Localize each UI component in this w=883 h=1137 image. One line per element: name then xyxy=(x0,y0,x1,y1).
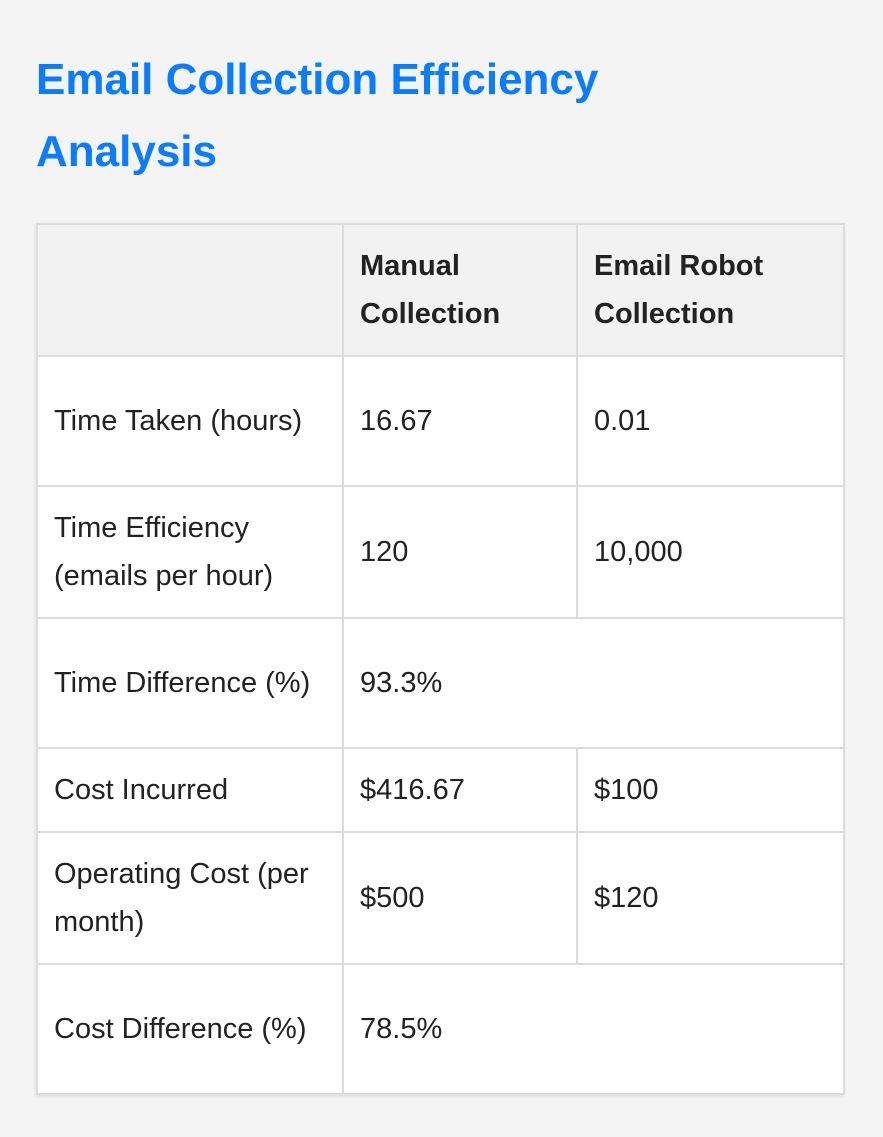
combined-value: 93.3% xyxy=(342,617,845,749)
table-row: Time Taken (hours) 16.67 0.01 xyxy=(36,355,845,487)
row-label: Operating Cost (per month) xyxy=(36,831,344,965)
header-empty-cell xyxy=(36,223,344,357)
page: Email Collection Efficiency Analysis Man… xyxy=(0,0,883,1137)
table-row: Time Efficiency (emails per hour) 120 10… xyxy=(36,485,845,619)
robot-value: $120 xyxy=(576,831,845,965)
table-header-row: Manual Collection Email Robot Collection xyxy=(36,223,845,357)
page-title: Email Collection Efficiency Analysis xyxy=(36,55,599,176)
row-label: Cost Incurred xyxy=(36,747,344,833)
robot-value: $100 xyxy=(576,747,845,833)
table-row: Time Difference (%) 93.3% xyxy=(36,617,845,749)
row-label: Time Taken (hours) xyxy=(36,355,344,487)
comparison-table: Manual Collection Email Robot Collection… xyxy=(36,223,845,1095)
combined-value: 78.5% xyxy=(342,963,845,1095)
table-row: Cost Difference (%) 78.5% xyxy=(36,963,845,1095)
robot-value: 10,000 xyxy=(576,485,845,619)
row-label: Time Difference (%) xyxy=(36,617,344,749)
header-manual-collection: Manual Collection xyxy=(342,223,578,357)
header-email-robot-collection: Email Robot Collection xyxy=(576,223,845,357)
manual-value: 16.67 xyxy=(342,355,578,487)
robot-value: 0.01 xyxy=(576,355,845,487)
manual-value: $416.67 xyxy=(342,747,578,833)
row-label: Cost Difference (%) xyxy=(36,963,344,1095)
manual-value: 120 xyxy=(342,485,578,619)
row-label: Time Efficiency (emails per hour) xyxy=(36,485,344,619)
comparison-table-container: Manual Collection Email Robot Collection… xyxy=(36,223,845,1095)
manual-value: $500 xyxy=(342,831,578,965)
table-row: Cost Incurred $416.67 $100 xyxy=(36,747,845,833)
table-row: Operating Cost (per month) $500 $120 xyxy=(36,831,845,965)
